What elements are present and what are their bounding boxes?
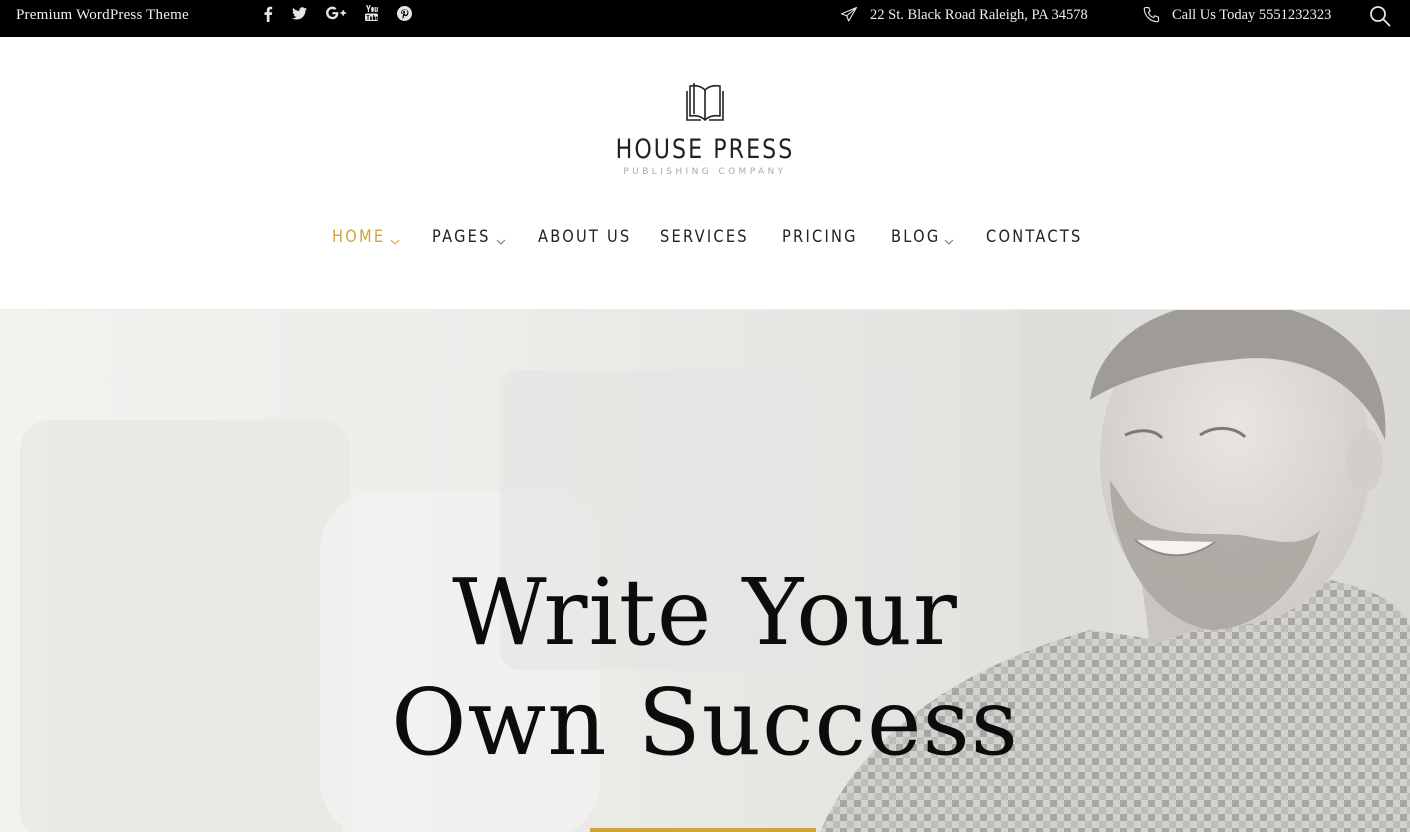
hero-title: Write Your Own Success <box>0 558 1410 778</box>
phone-info: Call Us Today 5551232323 <box>1142 6 1331 24</box>
nav-item-label: PAGES <box>432 227 491 247</box>
logo-title: HOUSE PRESS <box>615 134 795 165</box>
nav-item-label: ABOUT US <box>538 227 632 247</box>
pinterest-icon[interactable] <box>396 6 412 24</box>
nav-item-label: BLOG <box>891 227 941 247</box>
search-icon[interactable] <box>1368 4 1392 28</box>
hero-section: Write Your Own Success <box>0 310 1410 832</box>
nav-item-label: PRICING <box>782 227 858 247</box>
nav-item-pricing[interactable]: PRICING <box>782 227 870 247</box>
nav-item-contacts[interactable]: CONTACTS <box>986 227 1098 247</box>
paper-plane-icon <box>840 6 858 24</box>
site-logo[interactable]: HOUSE PRESS PUBLISHING COMPANY <box>0 80 1410 177</box>
hero-accent-bar <box>590 828 816 832</box>
logo-subtitle: PUBLISHING COMPANY <box>623 167 787 177</box>
nav-item-label: CONTACTS <box>986 227 1083 247</box>
nav-item-label: SERVICES <box>660 227 749 247</box>
chevron-down-icon <box>390 232 400 245</box>
nav-item-services[interactable]: SERVICES <box>660 227 763 247</box>
top-bar: Premium WordPress Theme 22 St. Black Roa… <box>0 0 1410 37</box>
youtube-icon[interactable] <box>364 5 378 24</box>
main-navigation: HOME PAGES ABOUT US SERVICES PRICING BLO… <box>0 227 1410 251</box>
nav-item-blog[interactable]: BLOG <box>891 227 954 247</box>
nav-item-pages[interactable]: PAGES <box>432 227 506 247</box>
twitter-icon[interactable] <box>291 7 307 23</box>
nav-item-label: HOME <box>332 227 386 247</box>
hero-title-line-2: Own Success <box>391 669 1019 776</box>
hero-title-line-1: Write Your <box>452 559 958 666</box>
nav-item-about-us[interactable]: ABOUT US <box>538 227 647 247</box>
phone-text[interactable]: Call Us Today 5551232323 <box>1172 7 1331 24</box>
address-text: 22 St. Black Road Raleigh, PA 34578 <box>870 6 1088 23</box>
address-info: 22 St. Black Road Raleigh, PA 34578 <box>840 6 1088 24</box>
facebook-icon[interactable] <box>262 6 274 25</box>
phone-icon <box>1142 6 1160 24</box>
chevron-down-icon <box>496 232 506 245</box>
google-plus-icon[interactable] <box>325 6 347 23</box>
open-book-icon <box>683 80 727 124</box>
tagline: Premium WordPress Theme <box>16 7 189 23</box>
site-header: HOUSE PRESS PUBLISHING COMPANY HOME PAGE… <box>0 37 1410 310</box>
chevron-down-icon <box>944 232 954 245</box>
nav-item-home[interactable]: HOME <box>332 227 400 247</box>
